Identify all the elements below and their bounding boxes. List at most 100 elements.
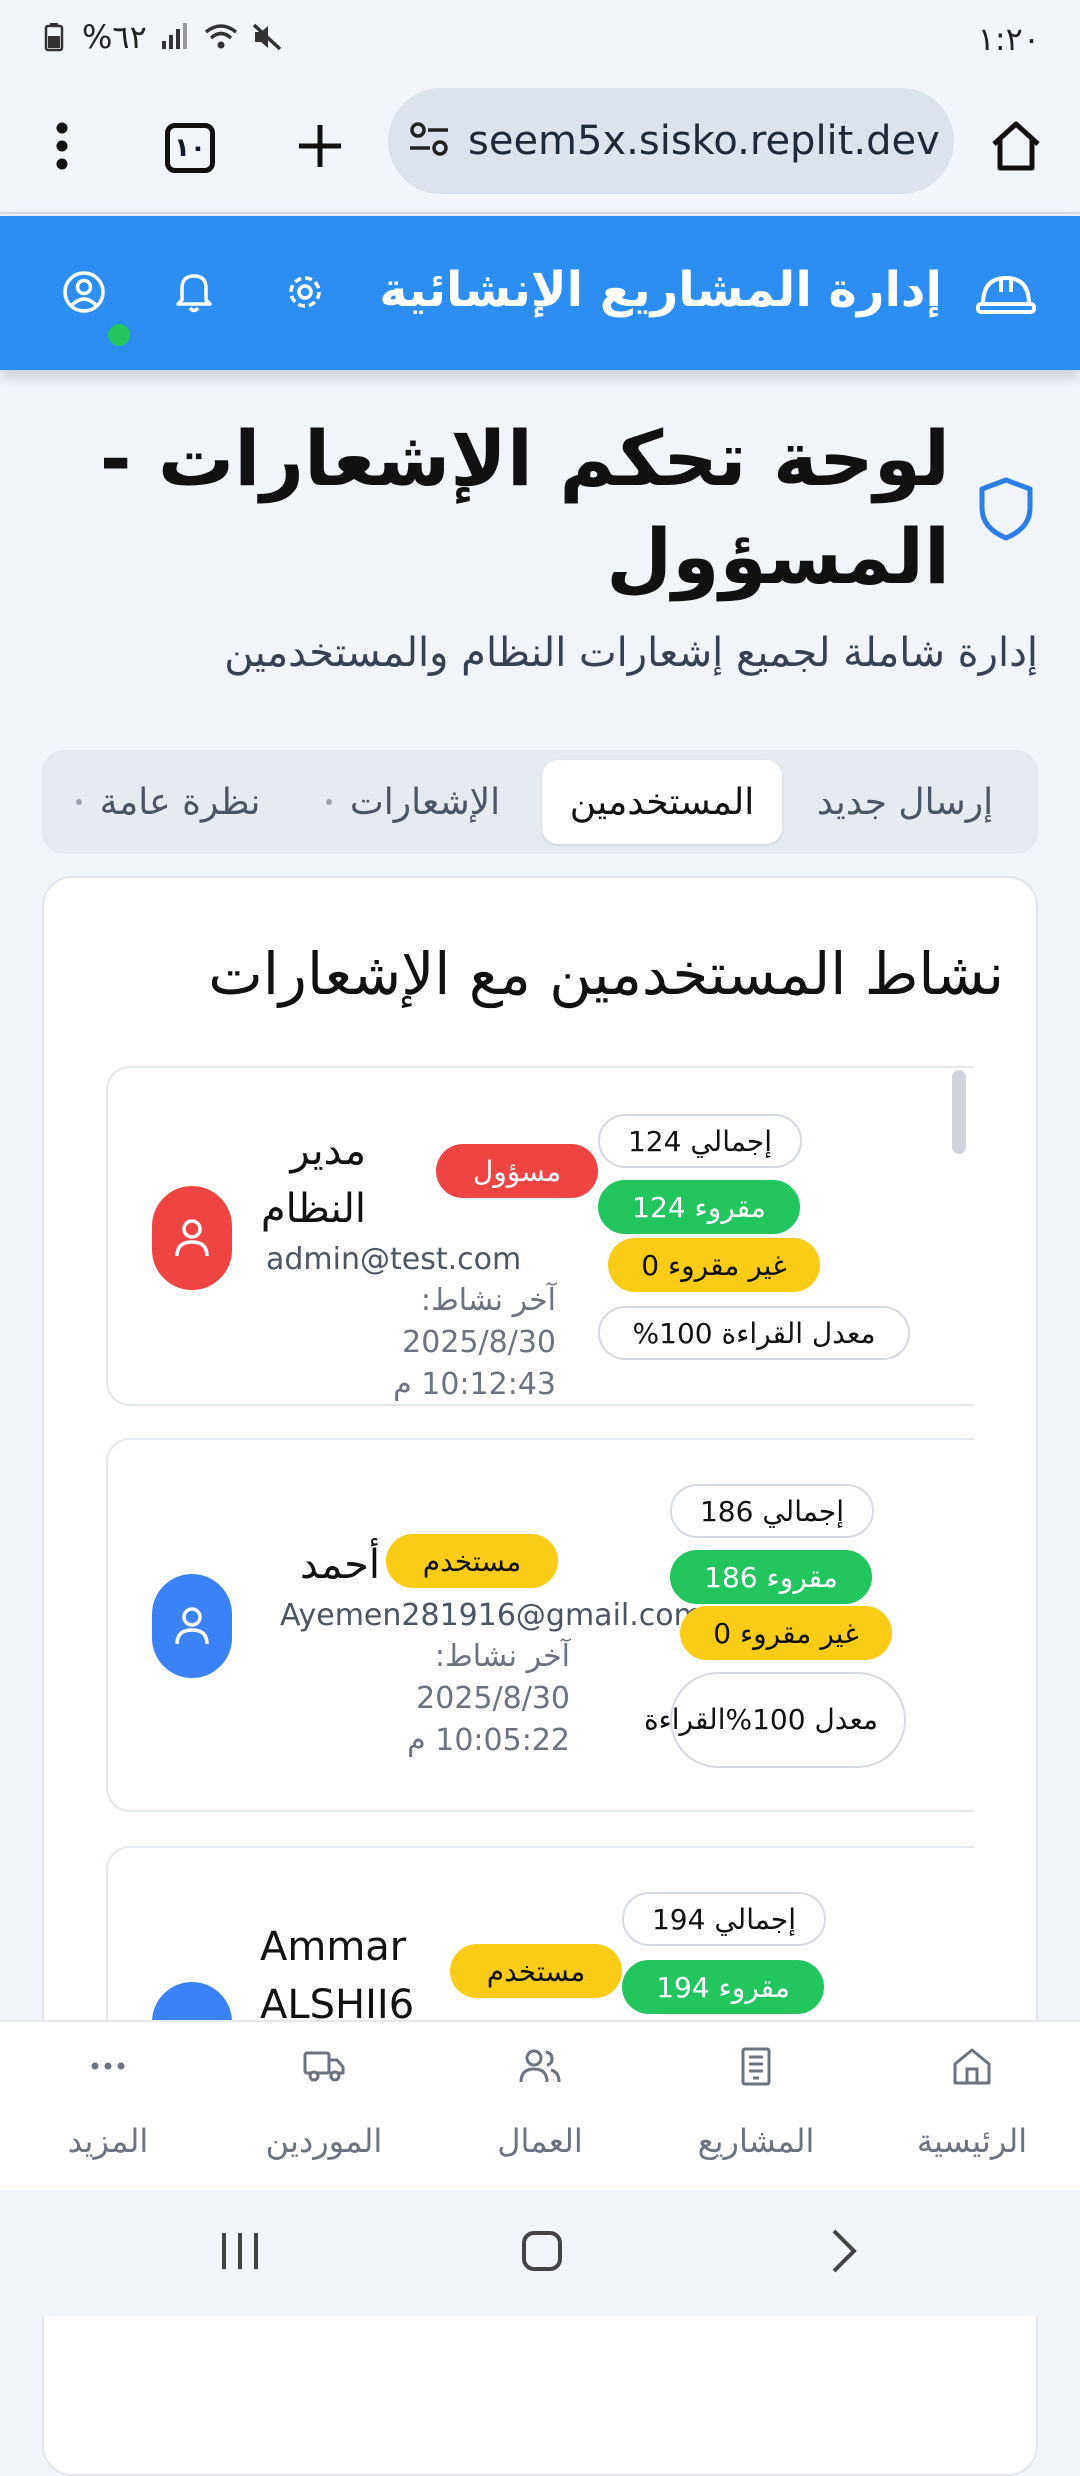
battery-level: %٦٢: [82, 18, 147, 56]
recent-apps-button[interactable]: [210, 2226, 270, 2280]
mute-icon: [249, 19, 285, 55]
signal-icon: [157, 19, 193, 55]
status-bar: %٦٢ ١:٢٠: [0, 0, 1080, 84]
unread-pill: غير مقروء 0: [608, 1238, 820, 1292]
nav-suppliers-label: الموردين: [265, 2122, 383, 2160]
tab-notifications-label: الإشعارات: [349, 781, 501, 823]
tab-count: ١٠: [165, 123, 215, 173]
last-active: آخر نشاط: 2025/8/30 10:12:43 م: [266, 1280, 556, 1406]
bell-icon: [174, 270, 214, 318]
last-active-date: آخر نشاط: 2025/8/30: [416, 1639, 570, 1716]
user-name: Ammar ALSHII6: [260, 1918, 420, 2034]
user-email: admin@test.com: [266, 1242, 522, 1277]
role-badge: مستخدم: [450, 1944, 622, 1998]
nav-projects-label: المشاريع: [697, 2122, 815, 2160]
browser-home-icon: [990, 120, 1042, 176]
page-title: لوحة تحكم الإشعارات - المسؤول: [70, 410, 950, 606]
home-icon: [950, 2044, 994, 2088]
tab-send-new[interactable]: إرسال جديد: [790, 760, 1020, 844]
site-settings-icon[interactable]: [408, 121, 450, 161]
read-rate-pill: معدل 100% القراءة: [644, 1672, 906, 1768]
hard-hat-icon: [974, 264, 1038, 324]
user-row[interactable]: أحمد مستخدم Ayemen281916@gmail.com آخر ن…: [106, 1438, 974, 1812]
last-active: آخر نشاط: 2025/8/30 10:05:22 م: [280, 1636, 570, 1762]
browser-toolbar: ١٠ seem5x.sisko.replit.dev: [0, 84, 1080, 214]
gear-icon: [284, 271, 326, 317]
bottom-navigation: المزيد الموردين العمال المشاريع الرئيسية: [0, 2020, 1080, 2190]
role-badge: مسؤول: [436, 1144, 598, 1198]
building-icon: [734, 2044, 778, 2088]
nav-home-label: الرئيسية: [916, 2122, 1028, 2160]
status-icons: %٦٢: [36, 18, 285, 56]
page-title-line-1: لوحة تحكم الإشعارات -: [99, 414, 950, 503]
square-home-icon: [521, 2230, 563, 2276]
nav-suppliers[interactable]: الموردين: [216, 2022, 432, 2192]
tab-indicator-dot: [75, 799, 82, 805]
user-name-line-2: النظام: [260, 1186, 366, 1232]
page-subtitle: إدارة شاملة لجميع إشعارات النظام والمستخ…: [224, 630, 1038, 676]
home-button[interactable]: [976, 108, 1056, 188]
read-rate-line-2: القراءة: [643, 1703, 726, 1736]
app-header: إدارة المشاريع الإنشائية: [0, 216, 1080, 370]
nav-more-label: المزيد: [67, 2122, 149, 2160]
tab-switcher-button[interactable]: ١٠: [150, 108, 230, 188]
truck-icon: [302, 2044, 346, 2088]
settings-button[interactable]: [275, 264, 335, 324]
total-pill: إجمالي 194: [622, 1892, 826, 1946]
wifi-icon: [203, 19, 239, 55]
last-active-time: 10:12:43 م: [393, 1367, 556, 1402]
user-name: أحمد: [300, 1542, 380, 1588]
read-pill: مقروء 186: [670, 1550, 872, 1604]
users-icon: [518, 2044, 562, 2088]
kebab-menu-icon: [55, 122, 69, 174]
nav-projects[interactable]: المشاريع: [648, 2022, 864, 2192]
nav-workers[interactable]: العمال: [432, 2022, 648, 2192]
user-name-line-1: مدير: [290, 1128, 366, 1174]
home-system-button[interactable]: [512, 2226, 572, 2280]
nav-home[interactable]: الرئيسية: [864, 2022, 1080, 2192]
role-badge: مستخدم: [386, 1534, 558, 1588]
notifications-button[interactable]: [164, 264, 224, 324]
more-icon: [86, 2044, 130, 2088]
battery-icon: [36, 19, 72, 55]
user-name: مدير النظام: [260, 1122, 366, 1238]
activity-title: نشاط المستخدمين مع الإشعارات: [208, 940, 1004, 1008]
shield-icon: [976, 476, 1036, 542]
last-active-time: 10:05:22 م: [407, 1723, 570, 1758]
user-name-line-1: Ammar: [260, 1924, 407, 1970]
back-button[interactable]: [814, 2226, 874, 2280]
avatar: [152, 1574, 232, 1678]
chevron-right-icon: [830, 2228, 858, 2278]
user-email: Ayemen281916@gmail.com: [280, 1598, 703, 1633]
profile-button[interactable]: [54, 264, 114, 324]
read-pill: مقروء 124: [598, 1180, 800, 1234]
user-circle-icon: [61, 269, 107, 319]
user-row[interactable]: مدير النظام admin@test.com آخر نشاط: 202…: [106, 1066, 974, 1406]
new-tab-button[interactable]: [280, 108, 360, 188]
nav-more[interactable]: المزيد: [0, 2022, 216, 2192]
scrollbar-thumb[interactable]: [952, 1070, 966, 1154]
tab-indicator-dot: [325, 799, 332, 805]
avatar: [152, 1186, 232, 1290]
tab-notifications[interactable]: الإشعارات: [298, 760, 528, 844]
browser-menu-button[interactable]: [22, 108, 102, 188]
address-bar[interactable]: seem5x.sisko.replit.dev: [388, 88, 954, 194]
tab-overview-label: نظرة عامة: [99, 781, 261, 823]
clock: ١:٢٠: [977, 20, 1040, 58]
tab-users[interactable]: المستخدمين: [542, 760, 782, 844]
nav-workers-label: العمال: [497, 2122, 583, 2160]
tab-bar: إرسال جديد المستخدمين الإشعارات نظرة عام…: [42, 750, 1038, 854]
unread-pill: غير مقروء 0: [680, 1606, 892, 1660]
last-active-date: آخر نشاط: 2025/8/30: [402, 1283, 556, 1360]
url-text: seem5x.sisko.replit.dev: [468, 118, 940, 164]
read-rate-line-1: معدل 100%: [725, 1703, 878, 1736]
app-title: إدارة المشاريع الإنشائية: [379, 262, 942, 318]
online-status-dot: [108, 324, 130, 346]
plus-icon: [297, 123, 343, 173]
page-title-line-2: المسؤول: [606, 512, 950, 601]
recent-apps-icon: [218, 2231, 262, 2275]
read-pill: مقروء 194: [622, 1960, 824, 2014]
tab-overview[interactable]: نظرة عامة: [48, 760, 288, 844]
total-pill: إجمالي 186: [670, 1484, 874, 1538]
total-pill: إجمالي 124: [598, 1114, 802, 1168]
